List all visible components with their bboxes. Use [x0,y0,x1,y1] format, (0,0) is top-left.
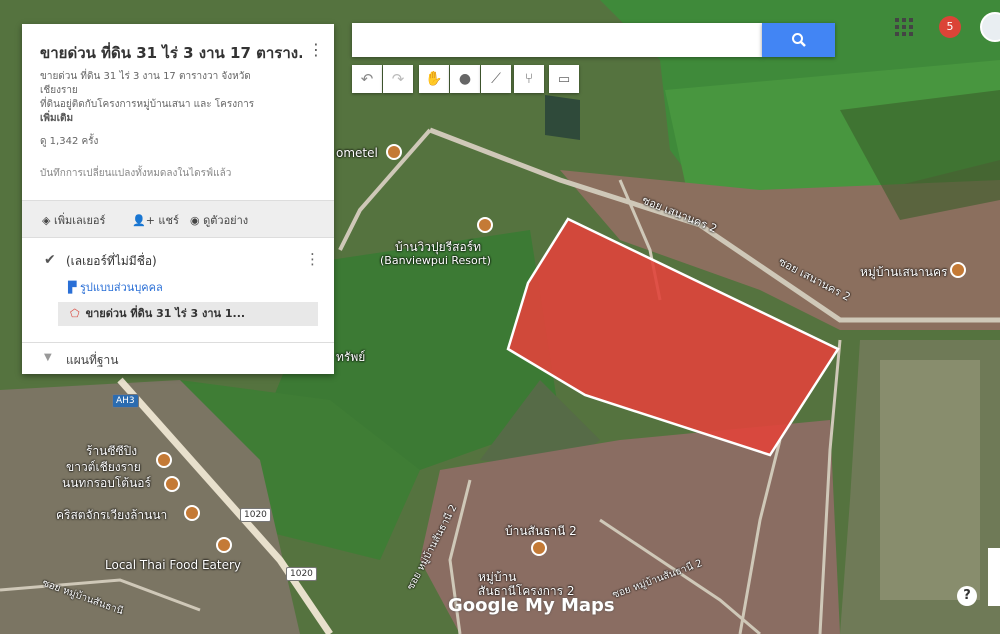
layer-options-icon[interactable]: ⋮ [305,250,320,268]
hotel-marker-icon[interactable] [386,144,402,160]
shop-marker-icon[interactable] [164,476,180,492]
feature-name: ขายด่วน ที่ดิน 31 ไร่ 3 งาน 1... [85,307,246,320]
eye-icon: ◉ [190,214,204,227]
more-link[interactable]: เพิ่มเติม [40,112,320,126]
map-info-panel: ขายด่วน ที่ดิน 31 ไร่ 3 งาน 17 ตาราง... … [22,24,334,374]
resort-marker-icon[interactable] [477,217,493,233]
redo-icon: ↷ [391,70,405,88]
hotel-label: ometel [336,146,378,160]
layers-icon: ◈ [42,214,54,227]
expand-arrow-icon[interactable]: ▼ [44,352,52,363]
undo-icon: ↶ [360,70,374,88]
highway-shield: 1020 [240,508,271,522]
preview-label: ดูตัวอย่าง [203,214,249,227]
add-layer-button[interactable]: ◈ เพิ่มเลเยอร์ [42,211,105,229]
search-icon [791,33,806,47]
highway-shield: AH3 [112,394,139,408]
panel-actions: ◈ เพิ่มเลเยอร์ 👤+ แชร์ ◉ ดูตัวอย่าง [22,200,334,238]
add-person-icon: 👤+ [132,214,159,227]
feature-item[interactable]: ⬠ ขายด่วน ที่ดิน 31 ไร่ 3 งาน 1... [58,302,318,326]
description-line: ขายด่วน ที่ดิน 31 ไร่ 3 งาน 17 ตารางวา จ… [40,71,251,82]
sap-label: ทรัพย์ [336,350,366,364]
layer-style-link[interactable]: ▛ รูปแบบส่วนบุคคล [68,278,163,296]
preview-button[interactable]: ◉ ดูตัวอย่าง [190,211,248,229]
restaurant-marker-icon[interactable] [216,537,232,553]
village-santhani-label: บ้านสันธานี 2 [505,524,577,538]
resort-label-en: (Banviewpui Resort) [380,254,491,267]
apps-grid-icon[interactable] [893,16,915,38]
redo-button[interactable]: ↷ [383,65,413,93]
pond [545,95,580,140]
map-description: ขายด่วน ที่ดิน 31 ไร่ 3 งาน 17 ตารางวา จ… [40,70,320,126]
search-input[interactable] [352,23,762,57]
polygon-icon: ⬠ [70,307,80,320]
help-icon[interactable]: ? [957,586,977,606]
share-button[interactable]: 👤+ แชร์ [132,211,179,229]
description-line: เชียงราย [40,85,78,96]
save-status: บันทึกการเปลี่ยนแปลงทั้งหมดลงในไดรฟ์แล้ว [40,168,232,179]
village-marker-icon[interactable] [531,540,547,556]
undo-button[interactable]: ↶ [352,65,382,93]
village-sena-label: หมู่บ้านเสนานคร [860,265,948,279]
layer-style-label: รูปแบบส่วนบุคคล [79,281,163,294]
layer-name[interactable]: (เลเยอร์ที่ไม่มีชื่อ) [66,252,157,271]
paint-roller-icon: ▛ [68,281,80,294]
description-line: ที่ดินอยู่ติดกับโครงการหมู่บ้านเสนา และ … [40,99,255,110]
zoom-control[interactable] [988,548,1000,606]
hand-icon: ✋ [425,71,443,87]
paddy [880,360,980,600]
add-layer-label: เพิ่มเลเยอร์ [53,214,106,227]
church-marker-icon[interactable] [184,505,200,521]
marker-icon: ● [458,71,472,87]
search-button[interactable] [762,23,835,57]
ruler-icon: ▭ [557,71,571,87]
church-label: คริสตจักรเวียงล้านนา [56,508,168,522]
add-marker-button[interactable]: ● [450,65,480,93]
draw-line-button[interactable]: ⟋ [481,65,511,93]
directions-button[interactable]: ⑂ [514,65,544,93]
directions-icon: ⑂ [524,71,534,87]
restaurant-label: นนทกรอบโต้นอร์ [62,476,151,490]
base-map-section[interactable]: ▼ แผนที่ฐาน [22,342,334,375]
base-map-label: แผนที่ฐาน [66,353,119,367]
highway-shield: 1020 [286,567,317,581]
notification-badge[interactable]: 5 [939,16,961,38]
layer-checkbox[interactable]: ✔ [44,252,56,268]
shop-marker-icon[interactable] [156,452,172,468]
map-title[interactable]: ขายด่วน ที่ดิน 31 ไร่ 3 งาน 17 ตาราง... [40,41,302,65]
draw-line-icon: ⟋ [491,71,501,87]
village-marker-icon[interactable] [950,262,966,278]
more-options-icon[interactable]: ⋮ [308,40,324,59]
google-my-maps-logo: Google My Maps [448,595,615,616]
eatery-label: Local Thai Food Eatery [105,558,242,572]
view-count: ดู 1,342 ครั้ง [40,136,99,147]
share-label: แชร์ [158,214,179,227]
measure-button[interactable]: ▭ [549,65,579,93]
pan-button[interactable]: ✋ [419,65,449,93]
